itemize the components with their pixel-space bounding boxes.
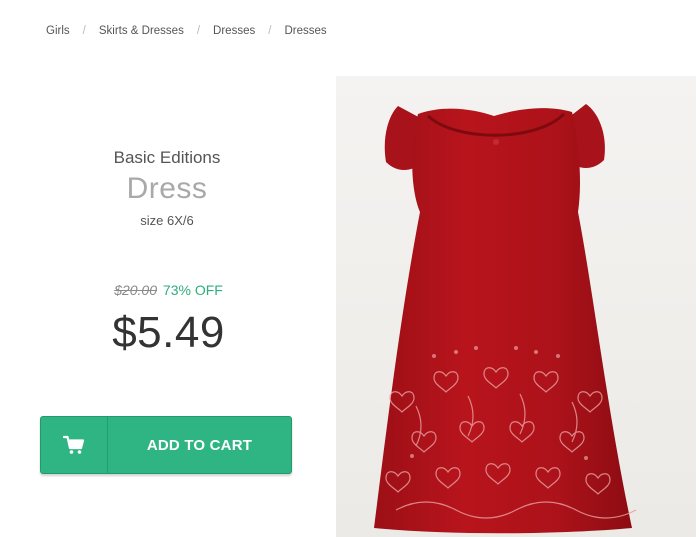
add-to-cart-button[interactable]: ADD TO CART	[40, 416, 292, 474]
breadcrumb-skirts-dresses[interactable]: Skirts & Dresses	[99, 25, 184, 37]
breadcrumb-separator: /	[268, 25, 272, 37]
product-image[interactable]	[336, 76, 696, 537]
cart-icon-container	[41, 417, 108, 473]
product-brand: Basic Editions	[113, 148, 221, 167]
price-comparison: $20.00 73% OFF	[0, 280, 337, 300]
product-info: Basic Editions Dress size 6X/6	[40, 146, 294, 230]
breadcrumb-dresses-current[interactable]: Dresses	[284, 25, 326, 37]
discount-badge: 73% OFF	[162, 282, 223, 298]
breadcrumb: Girls / Skirts & Dresses / Dresses / Dre…	[46, 23, 327, 39]
original-price: $20.00	[114, 282, 158, 298]
breadcrumb-separator: /	[82, 25, 86, 37]
red-dress-photo	[336, 76, 696, 537]
breadcrumb-girls[interactable]: Girls	[46, 25, 70, 37]
product-title: Dress	[126, 172, 208, 205]
sale-price: $5.49	[112, 308, 225, 357]
cart-icon	[63, 435, 85, 454]
breadcrumb-separator: /	[196, 25, 201, 37]
product-size: size 6X/6	[140, 213, 194, 228]
breadcrumb-dresses[interactable]: Dresses	[213, 25, 255, 37]
add-to-cart-label: ADD TO CART	[146, 436, 253, 454]
